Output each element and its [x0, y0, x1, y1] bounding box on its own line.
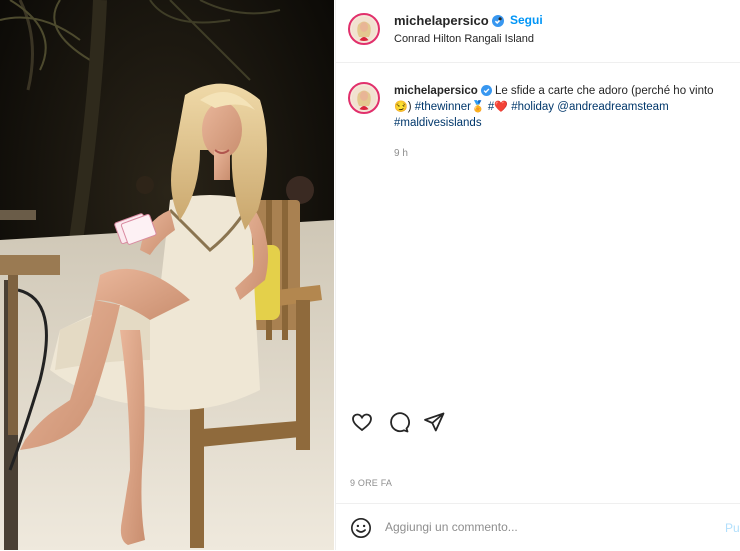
- follow-button[interactable]: Segui: [510, 13, 543, 27]
- hashtag-link[interactable]: #holiday: [511, 101, 554, 113]
- heart-emoji: ❤️: [494, 101, 509, 113]
- separator-dot: •: [498, 12, 503, 26]
- caption-username[interactable]: michelapersico: [394, 85, 492, 97]
- heart-icon[interactable]: [350, 410, 374, 434]
- post-photo[interactable]: [0, 0, 334, 550]
- comment-input[interactable]: [385, 516, 685, 538]
- location-link[interactable]: Conrad Hilton Rangali Island: [394, 33, 534, 45]
- avatar[interactable]: [348, 13, 380, 45]
- smirk-emoji: 😏: [394, 101, 408, 113]
- post-comment-button[interactable]: Pubblica: [725, 521, 740, 535]
- comment-icon[interactable]: [386, 410, 410, 434]
- post-side-panel: michelapersico • Segui Conrad Hilton Ran…: [335, 0, 740, 550]
- caption-avatar[interactable]: [348, 82, 380, 114]
- post-timestamp: 9 ORE FA: [350, 478, 393, 488]
- username[interactable]: michelapersico: [394, 13, 504, 28]
- avatar-image: [352, 17, 376, 41]
- post-header: michelapersico • Segui Conrad Hilton Ran…: [336, 0, 740, 63]
- avatar-image: [352, 86, 376, 110]
- hashtag-link[interactable]: #maldivesislands: [394, 117, 482, 129]
- action-bar: [350, 410, 550, 434]
- mention-link[interactable]: @andreadreamsteam: [557, 101, 668, 113]
- verified-badge-icon: [480, 85, 492, 96]
- comment-bar: Pubblica: [336, 503, 740, 551]
- hashtag-link[interactable]: #thewinner: [415, 101, 471, 113]
- emoji-icon[interactable]: [350, 517, 372, 539]
- caption-time: 9 h: [394, 148, 408, 159]
- caption-text: michelapersico Le sfide a carte che ador…: [394, 85, 714, 129]
- share-icon[interactable]: [422, 410, 446, 434]
- post-image: [0, 0, 334, 550]
- medal-emoji: 🏅: [471, 101, 485, 113]
- caption-body: Le sfide a carte che adoro (perché ho vi…: [494, 85, 714, 97]
